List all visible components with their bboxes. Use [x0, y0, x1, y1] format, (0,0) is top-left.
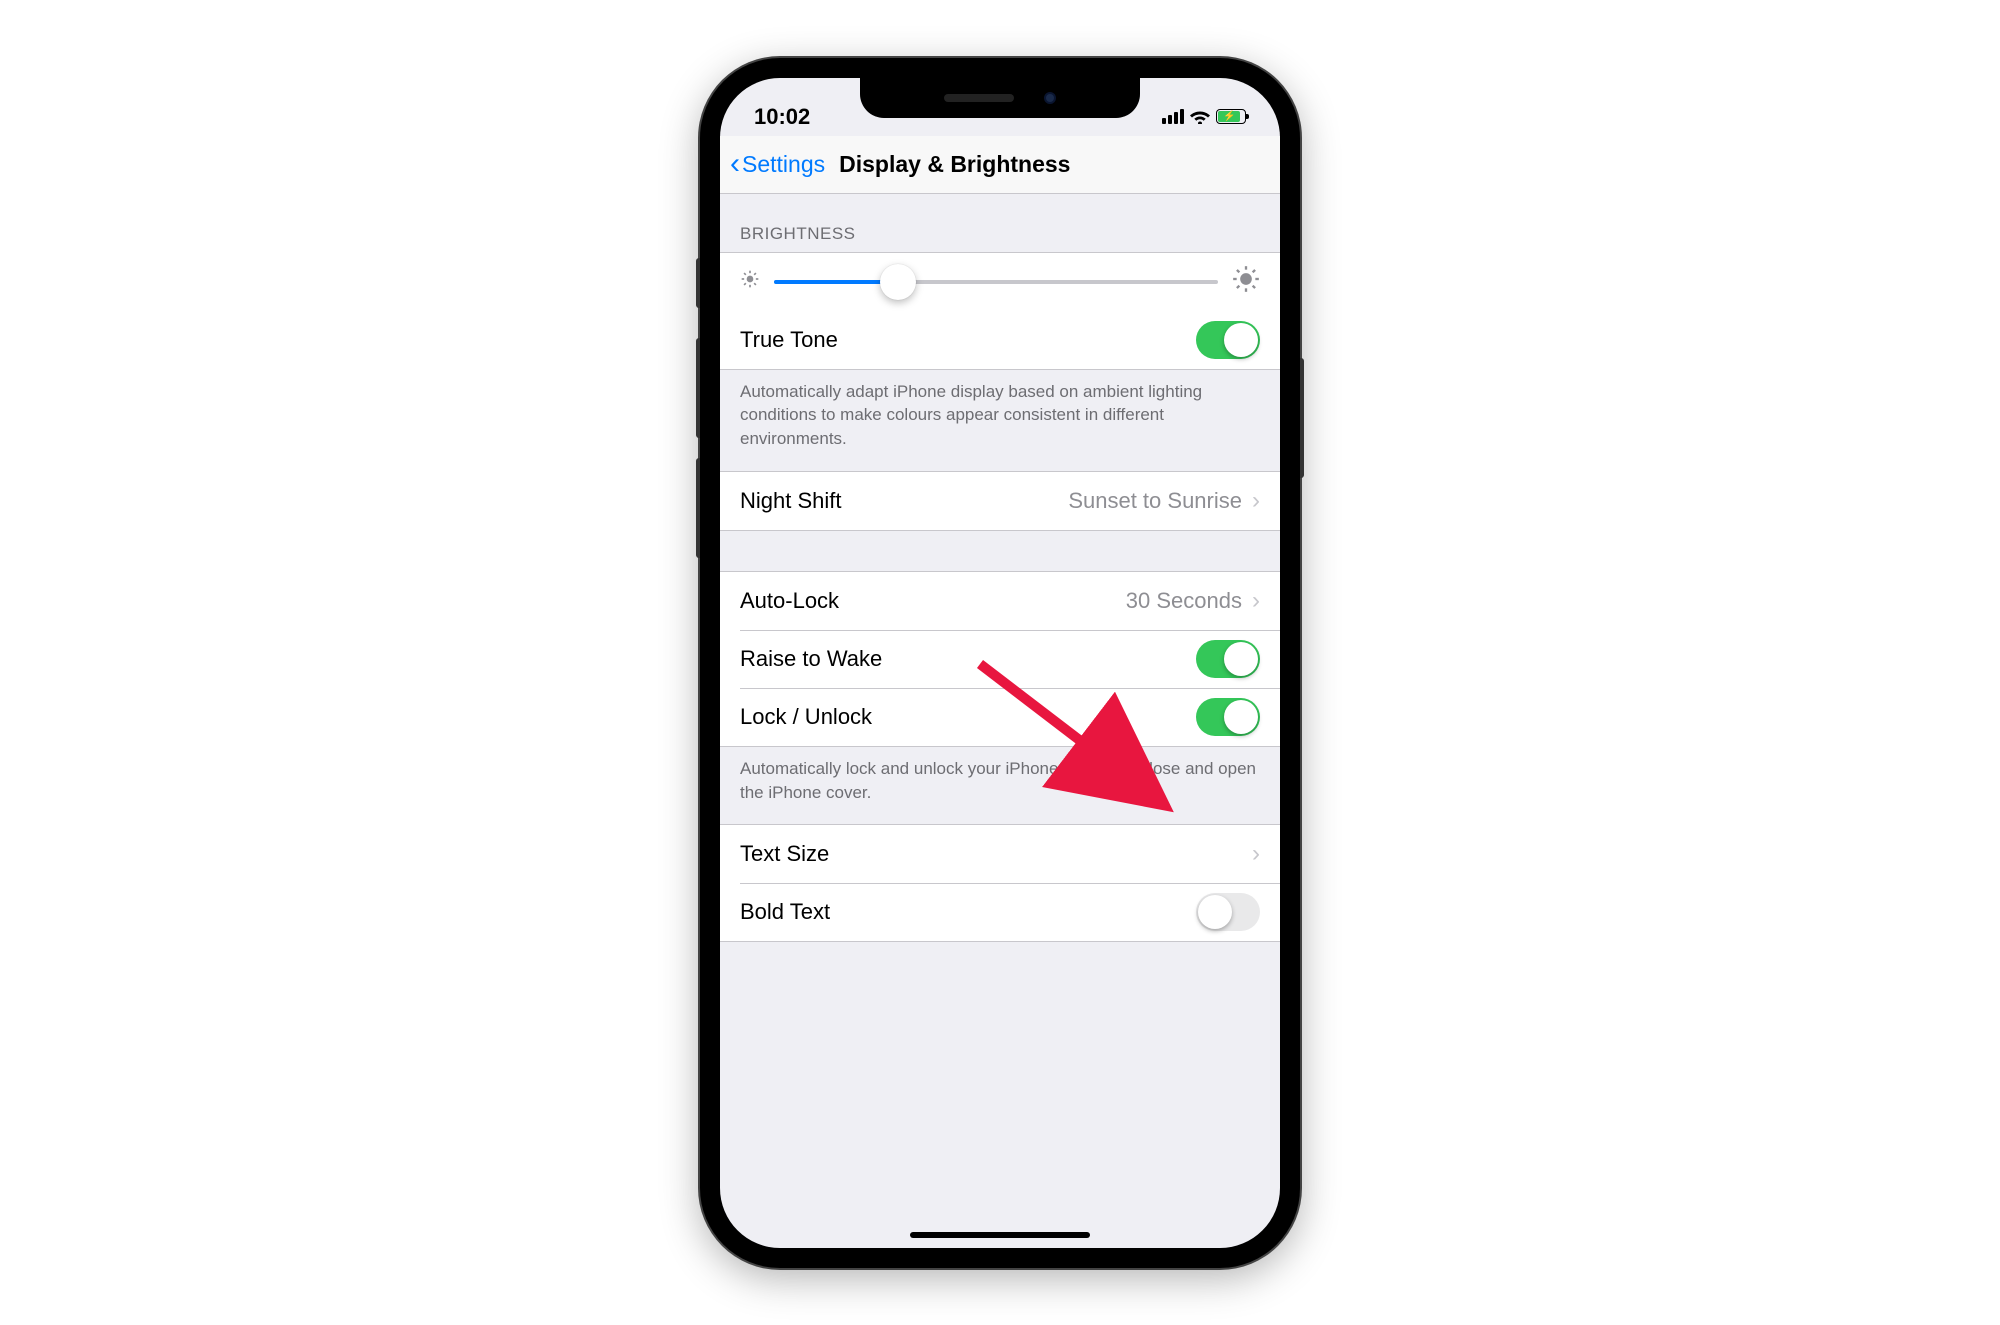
- autolock-row[interactable]: Auto-Lock 30 Seconds ›: [720, 572, 1280, 630]
- nav-bar: ‹ Settings Display & Brightness: [720, 136, 1280, 194]
- nightshift-label: Night Shift: [740, 488, 842, 514]
- status-time: 10:02: [754, 104, 810, 130]
- truetone-toggle[interactable]: [1196, 321, 1260, 359]
- bold-label: Bold Text: [740, 899, 830, 925]
- lock-footer: Automatically lock and unlock your iPhon…: [720, 747, 1280, 825]
- brightness-slider-row: [720, 253, 1280, 311]
- lock-unlock-row: Lock / Unlock: [720, 688, 1280, 746]
- home-indicator[interactable]: [910, 1232, 1090, 1238]
- cellular-icon: [1162, 109, 1184, 124]
- content[interactable]: BRIGHTNESS True Tone: [720, 194, 1280, 1248]
- bold-text-row: Bold Text: [720, 883, 1280, 941]
- notch: [860, 78, 1140, 118]
- chevron-right-icon: ›: [1252, 587, 1260, 615]
- wifi-icon: [1190, 104, 1210, 130]
- chevron-right-icon: ›: [1252, 487, 1260, 515]
- raise-label: Raise to Wake: [740, 646, 882, 672]
- page-title: Display & Brightness: [839, 151, 1070, 178]
- battery-icon: ⚡: [1216, 109, 1246, 124]
- chevron-left-icon: ‹: [730, 149, 740, 179]
- lockunlock-label: Lock / Unlock: [740, 704, 872, 730]
- back-button[interactable]: ‹ Settings: [730, 149, 825, 179]
- autolock-label: Auto-Lock: [740, 588, 839, 614]
- chevron-right-icon: ›: [1252, 840, 1260, 868]
- phone-frame: 10:02 ⚡ ‹ Settings Display & Brightness …: [700, 58, 1300, 1268]
- lockunlock-toggle[interactable]: [1196, 698, 1260, 736]
- textsize-label: Text Size: [740, 841, 829, 867]
- back-label: Settings: [742, 151, 825, 178]
- nightshift-row[interactable]: Night Shift Sunset to Sunrise ›: [720, 472, 1280, 530]
- truetone-footer: Automatically adapt iPhone display based…: [720, 370, 1280, 471]
- truetone-label: True Tone: [740, 327, 838, 353]
- raise-toggle[interactable]: [1196, 640, 1260, 678]
- sun-large-icon: [1232, 265, 1260, 298]
- text-size-row[interactable]: Text Size ›: [720, 825, 1280, 883]
- sun-small-icon: [740, 269, 760, 294]
- autolock-value: 30 Seconds: [1126, 588, 1242, 614]
- screen: 10:02 ⚡ ‹ Settings Display & Brightness …: [720, 78, 1280, 1248]
- truetone-row: True Tone: [720, 311, 1280, 369]
- raise-to-wake-row: Raise to Wake: [720, 630, 1280, 688]
- bold-toggle[interactable]: [1196, 893, 1260, 931]
- nightshift-value: Sunset to Sunrise: [1068, 488, 1242, 514]
- brightness-slider[interactable]: [774, 280, 1218, 284]
- brightness-header: BRIGHTNESS: [720, 194, 1280, 252]
